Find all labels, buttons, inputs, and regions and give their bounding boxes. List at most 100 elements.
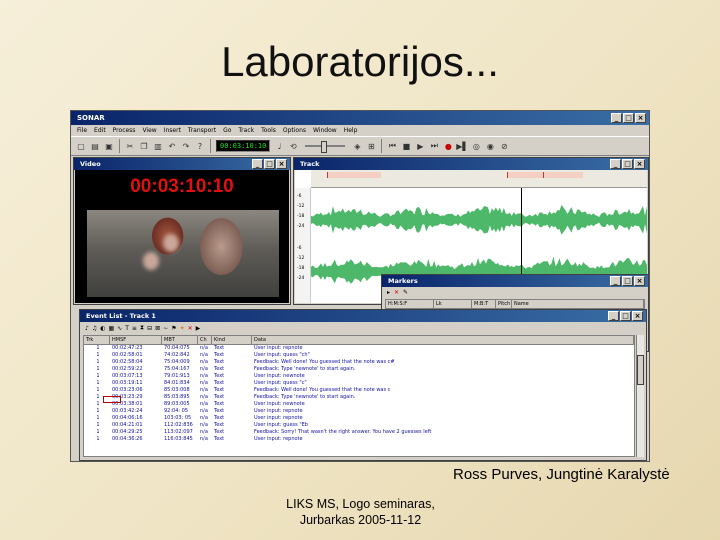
column-header[interactable]: MBT [162,336,198,344]
meter-icon[interactable]: ⊟ [147,325,152,332]
column-header[interactable]: M:B:T [472,300,496,308]
step-record-icon[interactable]: ▶▌ [456,140,468,152]
position-slider[interactable] [305,141,346,153]
column-header[interactable]: Trk [84,336,110,344]
table-row[interactable]: 1 00:03:42:24 92:04: 05 n/a Text User input: … [84,408,634,415]
insert-event-icon[interactable]: ✦ [180,325,185,332]
time-ruler[interactable] [311,170,647,188]
table-row[interactable]: 1 00:03:23:29 85:03:895 n/a Text Feedback: Ty… [84,394,634,401]
column-header[interactable]: Ch [198,336,212,344]
table-row[interactable]: 1 00:03:07:13 79:01:913 n/a Text User input: … [84,373,634,380]
menu-options[interactable]: Options [283,127,306,134]
menu-file[interactable]: File [77,127,87,134]
new-file-icon[interactable]: ▢ [75,140,87,152]
play-icon[interactable]: ▶ [414,140,426,152]
scrollbar-thumb[interactable] [637,355,644,385]
video-frame[interactable]: 00:03:10:10 [75,170,289,303]
metronome-icon[interactable]: ♩ [273,140,285,152]
event-list-scrollbar[interactable] [636,335,644,457]
punch-icon[interactable]: ◈ [351,140,363,152]
panic-icon[interactable]: ⊘ [498,140,510,152]
track-titlebar[interactable]: Track _ □ × [294,158,648,170]
event-list-close-button[interactable]: × [632,311,643,321]
menu-transport[interactable]: Transport [188,127,216,134]
play-event-icon[interactable]: ▶ [196,325,201,332]
loop-icon[interactable]: ⟲ [287,140,299,152]
track-close-button[interactable]: × [634,159,645,169]
markers-maximize-button[interactable]: □ [622,276,633,286]
program-change-icon[interactable]: ▦ [108,325,114,332]
key-aftertouch-icon[interactable]: ♫ [92,325,97,332]
column-header[interactable]: HMSF [110,336,162,344]
audio-engine-icon[interactable]: ◎ [470,140,482,152]
menu-edit[interactable]: Edit [94,127,106,134]
redo-icon[interactable]: ↷ [180,140,192,152]
markers-titlebar[interactable]: Markers _ □ × [382,275,648,287]
toolbar-timecode[interactable]: 00:03:10:10 [216,140,271,152]
menu-help[interactable]: Help [344,127,358,134]
add-marker-icon[interactable]: ▸ [387,289,390,296]
track-minimize-button[interactable]: _ [610,159,621,169]
table-row[interactable]: 1 00:02:58:04 75:04:009 n/a Text Feedback: We… [84,359,634,366]
table-row[interactable]: 1 00:04:36:26 116:03:845 n/a Text User input:… [84,436,634,443]
midi-note-icon[interactable]: ♪ [85,325,89,332]
delete-marker-icon[interactable]: ✕ [394,289,399,296]
table-row[interactable]: 1 00:03:23:06 85:03:008 n/a Text Feedback: We… [84,387,634,394]
text-event-icon[interactable]: T [125,325,129,332]
pitch-wheel-icon[interactable]: ∿ [117,325,122,332]
delete-event-icon[interactable]: ✕ [188,325,193,332]
open-folder-icon[interactable]: ▤ [89,140,101,152]
cut-icon[interactable]: ✂ [124,140,136,152]
tempo-icon[interactable]: ⧗ [140,324,144,332]
minimize-button[interactable]: _ [611,113,622,123]
fast-forward-icon[interactable]: ⏭ [428,140,440,152]
menu-tools[interactable]: Tools [261,127,276,134]
event-list-maximize-button[interactable]: □ [620,311,631,321]
column-header[interactable]: Name [512,300,644,308]
lyric-icon[interactable]: ≡ [132,325,137,332]
save-icon[interactable]: ▣ [103,140,115,152]
column-header[interactable]: Data [252,336,634,344]
video-close-button[interactable]: × [276,159,287,169]
edit-marker-icon[interactable]: ✎ [403,289,408,296]
menu-process[interactable]: Process [113,127,136,134]
record-icon[interactable]: ● [442,140,454,152]
video-titlebar[interactable]: Video _ □ × [74,158,290,170]
event-list-titlebar[interactable]: Event List - Track 1 _ □ × [80,310,646,322]
stop-icon[interactable]: ■ [400,140,412,152]
video-maximize-button[interactable]: □ [264,159,275,169]
table-row[interactable]: 1 00:04:06:16 103:03: 05 n/a Text User input:… [84,415,634,422]
markers-close-button[interactable]: × [634,276,645,286]
table-row[interactable]: 1 00:04:29:25 113:02:097 n/a Text Feedback: S… [84,429,634,436]
event-table[interactable]: Trk HMSF MBT Ch Kind Data 1 00:02:47:23 70… [83,335,635,457]
table-row[interactable]: 1 00:03:19:11 84:01:834 n/a Text User input: … [84,380,634,387]
paste-icon[interactable]: ▥ [152,140,164,152]
markers-minimize-button[interactable]: _ [610,276,621,286]
rewind-icon[interactable]: ⏮ [386,140,398,152]
menu-track[interactable]: Track [238,127,254,134]
snap-icon[interactable]: ⊞ [365,140,377,152]
column-header[interactable]: Lk [434,300,472,308]
copy-icon[interactable]: ❐ [138,140,150,152]
menu-window[interactable]: Window [313,127,337,134]
track-maximize-button[interactable]: □ [622,159,633,169]
table-row[interactable]: 1 00:04:21:01 112:02:836 n/a Text User input:… [84,422,634,429]
sysex-icon[interactable]: ⊠ [155,325,160,332]
undo-icon[interactable]: ↶ [166,140,178,152]
video-minimize-button[interactable]: _ [252,159,263,169]
table-row[interactable]: 1 00:02:59:22 75:04:167 n/a Text Feedback: Ty… [84,366,634,373]
midi-icon[interactable]: ◉ [484,140,496,152]
app-titlebar[interactable]: SONAR _ □ × [71,111,649,125]
help-icon[interactable]: ? [194,140,206,152]
marker-event-icon[interactable]: ⚑ [171,325,176,332]
column-header[interactable]: Kind [212,336,252,344]
table-row[interactable]: 1 00:02:47:23 70:04:075 n/a Text User input: … [84,345,634,352]
table-row[interactable]: 1 00:03:38:01 89:03:005 n/a Text User input: … [84,401,634,408]
maximize-button[interactable]: □ [623,113,634,123]
table-row[interactable]: 1 00:02:58:01 74:02:842 n/a Text User input: … [84,352,634,359]
controller-icon[interactable]: ◐ [100,325,105,332]
menu-go[interactable]: Go [223,127,231,134]
close-button[interactable]: × [635,113,646,123]
column-header[interactable]: H:M:S:F [386,300,434,308]
event-list-minimize-button[interactable]: _ [608,311,619,321]
